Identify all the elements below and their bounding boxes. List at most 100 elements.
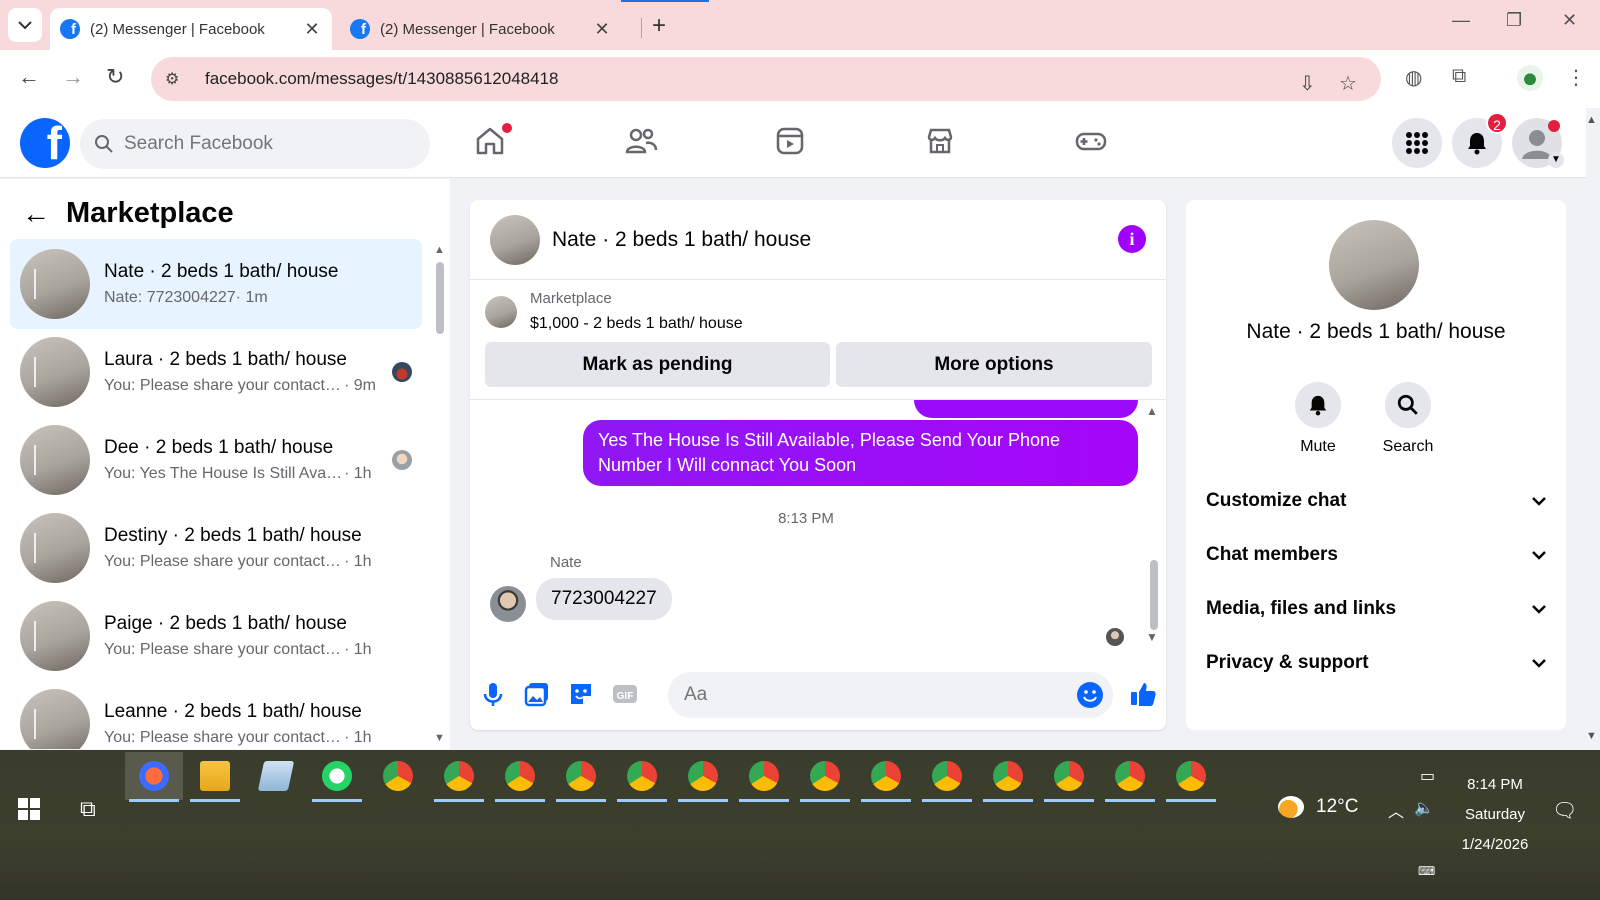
taskbar-chrome-profile-7[interactable]	[796, 752, 854, 802]
install-app-icon[interactable]: ⇩	[1299, 71, 1316, 96]
taskbar-chrome-profile-3[interactable]	[552, 752, 610, 802]
marketplace-icon[interactable]	[924, 125, 960, 161]
taskbar-notes[interactable]	[247, 752, 305, 800]
volume-icon[interactable]: 🔈	[1414, 798, 1434, 818]
weather-widget[interactable]: 12°C	[1278, 796, 1358, 818]
listing-thumbnail[interactable]	[485, 296, 517, 328]
message-input-box[interactable]	[668, 672, 1113, 718]
conversation-item[interactable]: Paige · 2 beds 1 bath/ house You: Please…	[10, 591, 422, 681]
back-icon[interactable]: ←	[18, 64, 40, 90]
facebook-search-box[interactable]	[80, 119, 430, 169]
tab-search-button[interactable]	[8, 8, 42, 42]
media-files-links-section[interactable]: Media, files and links	[1206, 589, 1546, 629]
system-clock[interactable]: 8:14 PM Saturday 1/24/2026	[1440, 770, 1550, 860]
chat-scroll-down-icon[interactable]: ▼	[1146, 630, 1158, 644]
page-scroll-up-icon[interactable]: ▲	[1586, 114, 1597, 126]
info-icon[interactable]: i	[1118, 225, 1146, 253]
taskbar-chrome-profile-11[interactable]	[1040, 752, 1098, 802]
chat-avatar[interactable]	[490, 214, 540, 265]
page-scroll-down-icon[interactable]: ▼	[1586, 730, 1597, 742]
microphone-icon[interactable]	[478, 679, 508, 709]
reload-icon[interactable]: ↻	[106, 64, 124, 90]
taskbar-file-explorer[interactable]	[186, 752, 244, 802]
conversation-item[interactable]: Nate · 2 beds 1 bath/ house Nate: 772300…	[10, 239, 422, 329]
new-tab-button[interactable]: +	[652, 12, 666, 40]
address-bar[interactable]: ⚙ facebook.com/messages/t/14308856120484…	[151, 57, 1381, 101]
menu-grid-button[interactable]	[1392, 118, 1442, 168]
mute-button[interactable]: Mute	[1278, 382, 1358, 456]
gaming-icon[interactable]	[1074, 125, 1110, 161]
conversation-item[interactable]: Dee · 2 beds 1 bath/ house You: Yes The …	[10, 415, 422, 505]
taskbar-chrome-profile-6[interactable]	[735, 752, 793, 802]
message-bubble-outgoing[interactable]: Yes The House Is Still Available, Please…	[583, 420, 1138, 486]
close-window-icon[interactable]: ✕	[1562, 10, 1577, 31]
chat-members-section[interactable]: Chat members	[1206, 535, 1546, 575]
conversation-list-scrollbar[interactable]	[436, 262, 444, 334]
translate-icon[interactable]: ◍	[1405, 65, 1422, 90]
notifications-button[interactable]: 2	[1452, 112, 1508, 168]
taskbar-chrome-profile-10[interactable]	[979, 752, 1037, 802]
video-icon[interactable]	[774, 125, 810, 161]
gif-icon[interactable]: GIF	[610, 679, 640, 709]
conversation-item[interactable]: Leanne · 2 beds 1 bath/ house You: Pleas…	[10, 679, 422, 749]
emoji-icon[interactable]	[1077, 682, 1103, 708]
taskbar-chrome[interactable]	[369, 752, 427, 800]
minimize-icon[interactable]: —	[1452, 10, 1470, 31]
conversation-item[interactable]: Destiny · 2 beds 1 bath/ house You: Plea…	[10, 503, 422, 593]
browser-tab-2[interactable]: f (2) Messenger | Facebook ✕	[340, 8, 622, 50]
privacy-support-section[interactable]: Privacy & support	[1206, 643, 1546, 683]
listing-price-title[interactable]: $1,000 - 2 beds 1 bath/ house	[530, 315, 743, 333]
friends-icon[interactable]	[624, 125, 660, 161]
more-options-button[interactable]: More options	[836, 342, 1152, 387]
keyboard-icon[interactable]: ⌨	[1418, 864, 1435, 878]
restore-icon[interactable]: ❐	[1506, 10, 1522, 31]
back-arrow-icon[interactable]: ←	[22, 198, 50, 230]
task-view-icon[interactable]: ⧉	[80, 796, 96, 822]
taskbar-chrome-profile-13[interactable]	[1162, 752, 1220, 802]
taskbar-chrome-profile-4[interactable]	[613, 752, 671, 802]
forward-icon[interactable]: →	[62, 64, 84, 90]
chat-scrollbar[interactable]	[1150, 560, 1158, 630]
customize-chat-section[interactable]: Customize chat	[1206, 481, 1546, 521]
action-center-icon[interactable]: 🗨	[1552, 798, 1577, 823]
browser-profile-avatar[interactable]	[1517, 65, 1543, 91]
taskbar-chrome-profile-12[interactable]	[1101, 752, 1159, 802]
message-input[interactable]	[684, 684, 1064, 706]
browser-toolbar: ← → ↻ ⚙ facebook.com/messages/t/14308856…	[0, 50, 1600, 108]
extensions-icon[interactable]: ⧉	[1452, 65, 1466, 88]
mark-as-pending-button[interactable]: Mark as pending	[485, 342, 830, 387]
taskbar-chrome-profile-8[interactable]	[857, 752, 915, 802]
taskbar-chrome-profile-9[interactable]	[918, 752, 976, 802]
home-icon[interactable]	[474, 123, 512, 161]
taskbar-chrome-profile-5[interactable]	[674, 752, 732, 802]
search-input[interactable]	[124, 133, 404, 155]
search-in-chat-button[interactable]: Search	[1368, 382, 1448, 456]
taskbar-chrome-profile-2[interactable]	[491, 752, 549, 802]
windows-start-icon[interactable]	[18, 798, 40, 820]
taskbar-app-tool[interactable]	[125, 752, 183, 802]
site-settings-icon[interactable]: ⚙	[165, 69, 187, 89]
taskbar-whatsapp[interactable]	[308, 752, 366, 802]
sticker-icon[interactable]	[566, 679, 596, 709]
list-scroll-up-icon[interactable]: ▲	[434, 244, 445, 256]
taskbar-chrome-profile-1[interactable]	[430, 752, 488, 802]
facebook-logo-icon[interactable]: f	[20, 118, 70, 168]
url-text[interactable]: facebook.com/messages/t/1430885612048418	[205, 69, 558, 89]
sender-avatar[interactable]	[490, 586, 526, 622]
list-scroll-down-icon[interactable]: ▼	[434, 732, 445, 744]
listing-profile-avatar[interactable]	[1329, 220, 1419, 310]
close-tab-icon[interactable]: ✕	[592, 19, 612, 40]
close-tab-icon[interactable]: ✕	[302, 19, 322, 40]
bookmark-star-icon[interactable]: ☆	[1339, 71, 1357, 96]
chat-scroll-up-icon[interactable]: ▲	[1146, 404, 1158, 418]
browser-menu-icon[interactable]: ⋮	[1566, 65, 1586, 90]
message-bubble-incoming[interactable]: 7723004227	[536, 578, 672, 620]
chat-title[interactable]: Nate · 2 beds 1 bath/ house	[552, 228, 811, 252]
photo-icon[interactable]	[522, 679, 552, 709]
thumbs-up-icon[interactable]	[1128, 679, 1158, 709]
display-icon[interactable]: ▭	[1420, 766, 1435, 786]
show-hidden-icons-icon[interactable]: ︿	[1388, 798, 1404, 822]
browser-tab-1[interactable]: f (2) Messenger | Facebook ✕	[50, 8, 332, 50]
account-avatar-button[interactable]: ▼	[1512, 118, 1564, 168]
conversation-item[interactable]: Laura · 2 beds 1 bath/ house You: Please…	[10, 327, 422, 417]
